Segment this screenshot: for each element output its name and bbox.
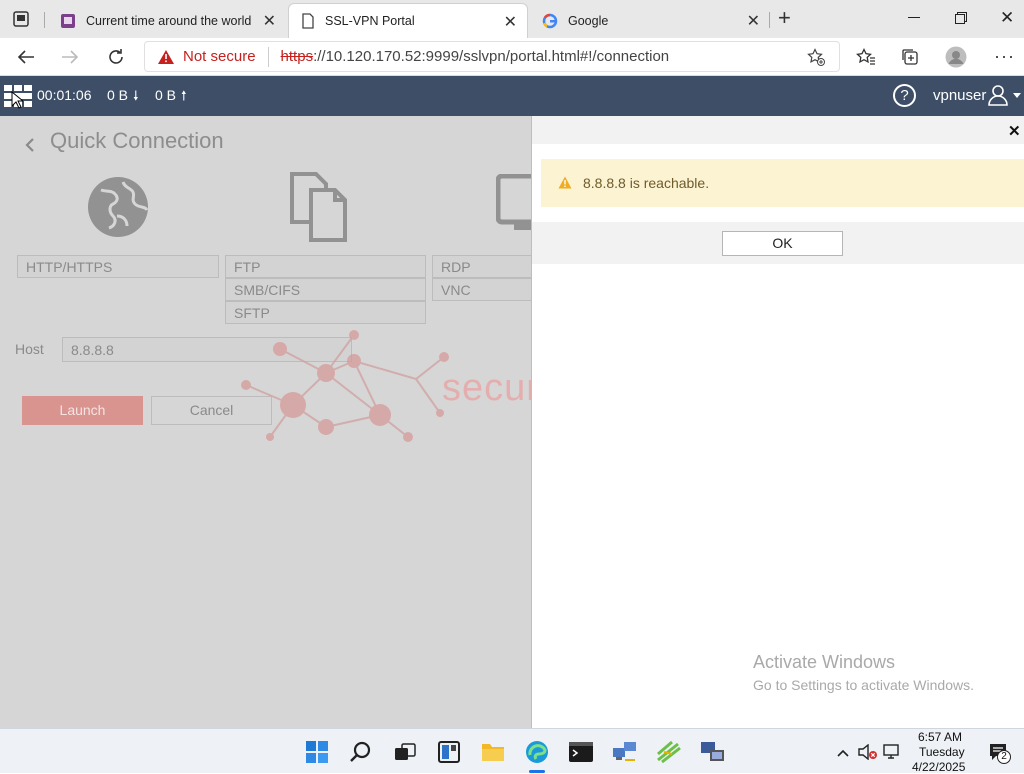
tab-title: SSL-VPN Portal [325,14,415,28]
tab-world-clock[interactable]: Current time around the world ✕ [48,3,286,38]
show-hidden-icons-chevron[interactable] [837,744,849,757]
user-icon[interactable] [987,84,1009,106]
close-icon[interactable]: ✕ [263,11,276,31]
download-arrow-icon: 🠗 [133,88,139,103]
smb-cifs-option[interactable]: SMB/CIFS [225,278,426,301]
favorite-add-icon[interactable] [807,48,825,66]
warning-triangle-icon[interactable] [157,49,175,65]
refresh-icon[interactable] [102,43,130,71]
globe-icon[interactable] [87,176,149,238]
task-view-icon[interactable] [391,738,419,766]
close-icon[interactable]: ✕ [504,12,517,32]
activate-windows-title: Activate Windows [753,652,896,672]
monitor-icon[interactable] [495,173,531,236]
not-secure-label[interactable]: Not secure [183,48,256,65]
address-divider [267,46,269,67]
host-label: Host [15,341,44,357]
clock-day[interactable]: Tuesday [919,745,965,759]
browser-tab-strip: Current time around the world ✕ SSL-VPN … [0,0,1024,38]
http-https-option[interactable]: HTTP/HTTPS [17,255,219,278]
remote-desktop-icon[interactable] [699,738,727,766]
page-title: Quick Connection [50,128,224,153]
back-chevron-icon[interactable] [24,138,38,152]
tab-separator [44,12,45,28]
new-tab-icon[interactable]: + [778,7,798,29]
portal-header: 00:01:06 0 B 🠗 0 B 🠕 ? vpnuser [0,76,1024,116]
terminal-icon[interactable] [567,738,595,766]
more-icon[interactable]: ··· [994,46,1015,67]
user-menu-caret-icon[interactable] [1013,93,1021,98]
vnc-option[interactable]: VNC [432,278,531,301]
windows-taskbar: 6:57 AM Tuesday 4/22/2025 2 [0,728,1024,774]
warning-alert: 8.8.8.8 is reachable. [541,159,1024,207]
tab-title: Google [568,13,609,28]
warning-icon [558,176,572,189]
network-status-icon[interactable] [883,744,901,760]
url-text: ://10.120.170.52:9999/sslvpn/portal.html… [313,48,670,65]
clock-site-icon [60,13,76,29]
url-scheme: https [280,48,314,65]
speaker-muted-icon[interactable] [858,743,878,761]
putty-icon[interactable] [655,738,683,766]
copy-files-icon[interactable] [289,170,361,242]
sftp-option[interactable]: SFTP [225,301,426,324]
browser-toolbar: Not secure https ://10.120.170.52:9999/s… [0,38,1024,76]
ftp-option[interactable]: FTP [225,255,426,278]
alert-message: 8.8.8.8 is reachable. [583,175,710,191]
host-input-value: 8.8.8.8 [71,342,114,358]
clock-time[interactable]: 6:57 AM [918,730,962,744]
address-bar[interactable]: Not secure https ://10.120.170.52:9999/s… [144,41,840,72]
forward-arrow-icon[interactable] [56,43,84,71]
window-close-icon[interactable]: ✕ [1000,8,1014,28]
mouse-cursor-icon [11,90,25,112]
help-icon[interactable]: ? [893,84,916,107]
favorites-icon[interactable] [852,43,880,71]
edge-browser-icon[interactable] [523,738,551,766]
clock-date[interactable]: 4/22/2025 [912,760,965,774]
tab-google[interactable]: Google ✕ [530,3,770,38]
username-label[interactable]: vpnuser [933,87,986,104]
launch-button[interactable]: Launch [22,396,143,425]
watermark-graphic [240,325,460,450]
bytes-received: 0 B [107,87,129,103]
page-icon [301,13,315,29]
rdp-option[interactable]: RDP [432,255,531,278]
tab-actions-icon[interactable] [12,10,30,28]
tab-title: Current time around the world [86,13,252,28]
file-explorer-icon[interactable] [479,738,507,766]
dialog-close-icon[interactable]: ✕ [1008,122,1021,140]
minimize-icon[interactable] [908,17,920,18]
google-icon [542,13,558,29]
notification-count-badge: 2 [997,750,1011,764]
ping-result-dialog: ✕ 8.8.8.8 is reachable. OK Activate Wind… [531,116,1024,728]
network-connections-icon[interactable] [611,738,639,766]
activate-windows-subtitle: Go to Settings to activate Windows. [753,677,974,693]
tab-sslvpn-portal[interactable]: SSL-VPN Portal ✕ [288,3,528,38]
search-icon[interactable] [347,738,375,766]
upload-arrow-icon: 🠕 [181,88,187,103]
restore-icon[interactable] [955,11,967,24]
close-icon[interactable]: ✕ [747,11,760,31]
back-arrow-icon[interactable] [12,43,40,71]
ok-button[interactable]: OK [722,231,843,256]
start-icon[interactable] [303,738,331,766]
collections-icon[interactable] [896,43,924,71]
dialog-header [532,116,1024,144]
profile-avatar-icon[interactable] [942,43,970,71]
session-timer: 00:01:06 [37,87,92,103]
notifications-icon[interactable]: 2 [988,742,1012,764]
tab-separator [769,12,770,28]
bytes-sent: 0 B [155,87,177,103]
widgets-icon[interactable] [435,738,463,766]
